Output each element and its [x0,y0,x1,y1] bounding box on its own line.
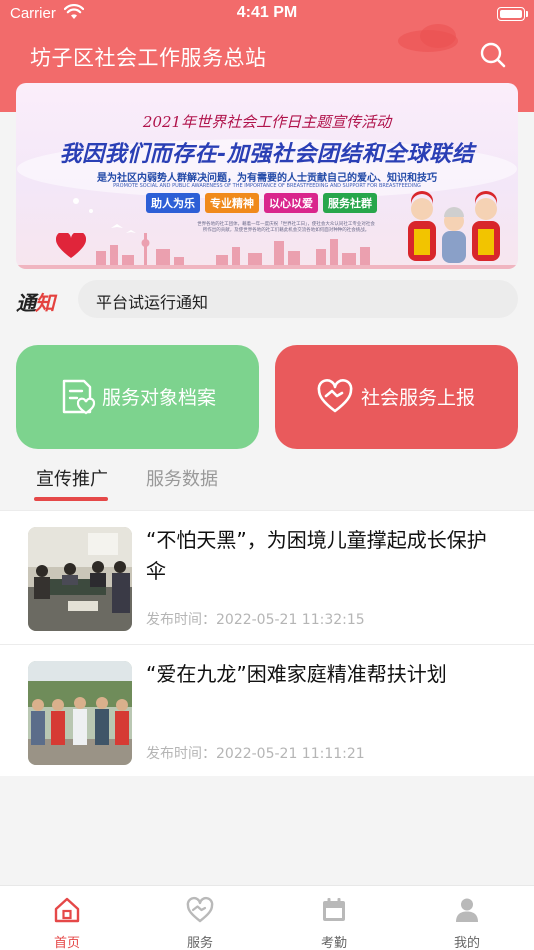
article-list: “不怕天黑”，为困境儿童撑起成长保护伞 发布时间：2022-05-21 11:3… [0,510,534,776]
search-icon[interactable] [478,40,508,70]
tabbar-item-attendance[interactable]: 考勤 [294,886,374,950]
social-service-report-button[interactable]: 社会服务上报 [275,345,518,449]
tabbar-label: 考勤 [320,936,347,950]
status-bar: Carrier 4:41 PM [0,0,534,28]
banner-tag: 服务社群 [323,193,377,213]
clock: 4:41 PM [236,4,298,21]
calendar-icon [323,898,345,921]
article-title: “不怕天黑”，为困境儿童撑起成长保护伞 [146,528,487,583]
heart-hands-icon [186,896,214,923]
active-tab-indicator [34,497,108,501]
page-title: 坊子区社会工作服务总站 [30,46,267,70]
tabbar-item-service[interactable]: 服务 [160,886,240,950]
date-label: 发布时间： [146,746,216,762]
list-item[interactable]: “爱在九龙”困难家庭精准帮扶计划 发布时间：2022-05-21 11:11:2… [0,644,534,777]
volunteers-photo [28,661,132,765]
tab-service-data[interactable]: 服务数据 [146,465,218,491]
list-item[interactable]: “不怕天黑”，为困境儿童撑起成长保护伞 发布时间：2022-05-21 11:3… [0,511,534,644]
date-value: 2022-05-21 11:32:15 [216,612,365,628]
banner-tag: 以心以爱 [264,193,318,213]
notice-bar[interactable]: 平台试运行通知 [78,280,518,318]
tabbar-label: 服务 [186,936,213,950]
tabbar-item-home[interactable]: 首页 [27,886,107,950]
date-label: 发布时间： [146,612,216,628]
tab-promotion[interactable]: 宣传推广 [36,465,108,491]
action-label: 社会服务上报 [361,387,476,409]
banner-english-line: PROMOTE SOCIAL AND PUBLIC AWARENESS OF T… [113,183,421,189]
bottom-tab-bar: 首页 服务 考勤 我的 [0,885,534,950]
notice-text: 平台试运行通知 [96,293,209,312]
volunteers-illustration [408,191,500,263]
home-icon [54,897,80,923]
article-date: 发布时间：2022-05-21 11:11:21 [146,743,365,763]
user-icon [456,898,478,922]
profile-document-icon [62,379,96,415]
banner-tag: 专业精神 [205,193,259,213]
notice-tag-part: 知 [35,291,55,315]
notice-tag: 通知 [16,287,66,315]
meeting-photo [28,527,132,631]
heart-hands-icon [317,379,353,413]
tabbar-label: 我的 [453,936,480,950]
home-screen: Carrier 4:41 PM 坊子区社会工作服务总站 2021年世界社会工作日… [0,0,534,950]
battery-icon [497,7,525,21]
tabbar-label: 首页 [53,936,80,950]
battery-tip [526,11,528,17]
banner-tags: 助人为乐 专业精神 以心以爱 服务社群 [146,193,377,213]
banner-headline: 我因我们而存在-加强社会团结和全球联结 [59,142,475,167]
date-value: 2022-05-21 11:11:21 [216,746,365,762]
article-date: 发布时间：2022-05-21 11:32:15 [146,609,365,629]
promo-banner[interactable]: 2021年世界社会工作日主题宣传活动 我因我们而存在-加强社会团结和全球联结 是… [16,83,518,269]
notice-tag-part: 通 [16,291,36,315]
service-client-records-button[interactable]: 服务对象档案 [16,345,259,449]
action-label: 服务对象档案 [102,387,217,409]
article-title: “爱在九龙”困难家庭精准帮扶计划 [146,662,447,686]
banner-tag: 助人为乐 [146,193,200,213]
tabbar-item-profile[interactable]: 我的 [427,886,507,950]
banner-event-title: 2021年世界社会工作日主题宣传活动 [142,113,392,131]
banner-subheadline: 是为社区内弱势人群解决问题，为有需要的人士贡献自己的爱心、知识和技巧 [97,173,437,184]
